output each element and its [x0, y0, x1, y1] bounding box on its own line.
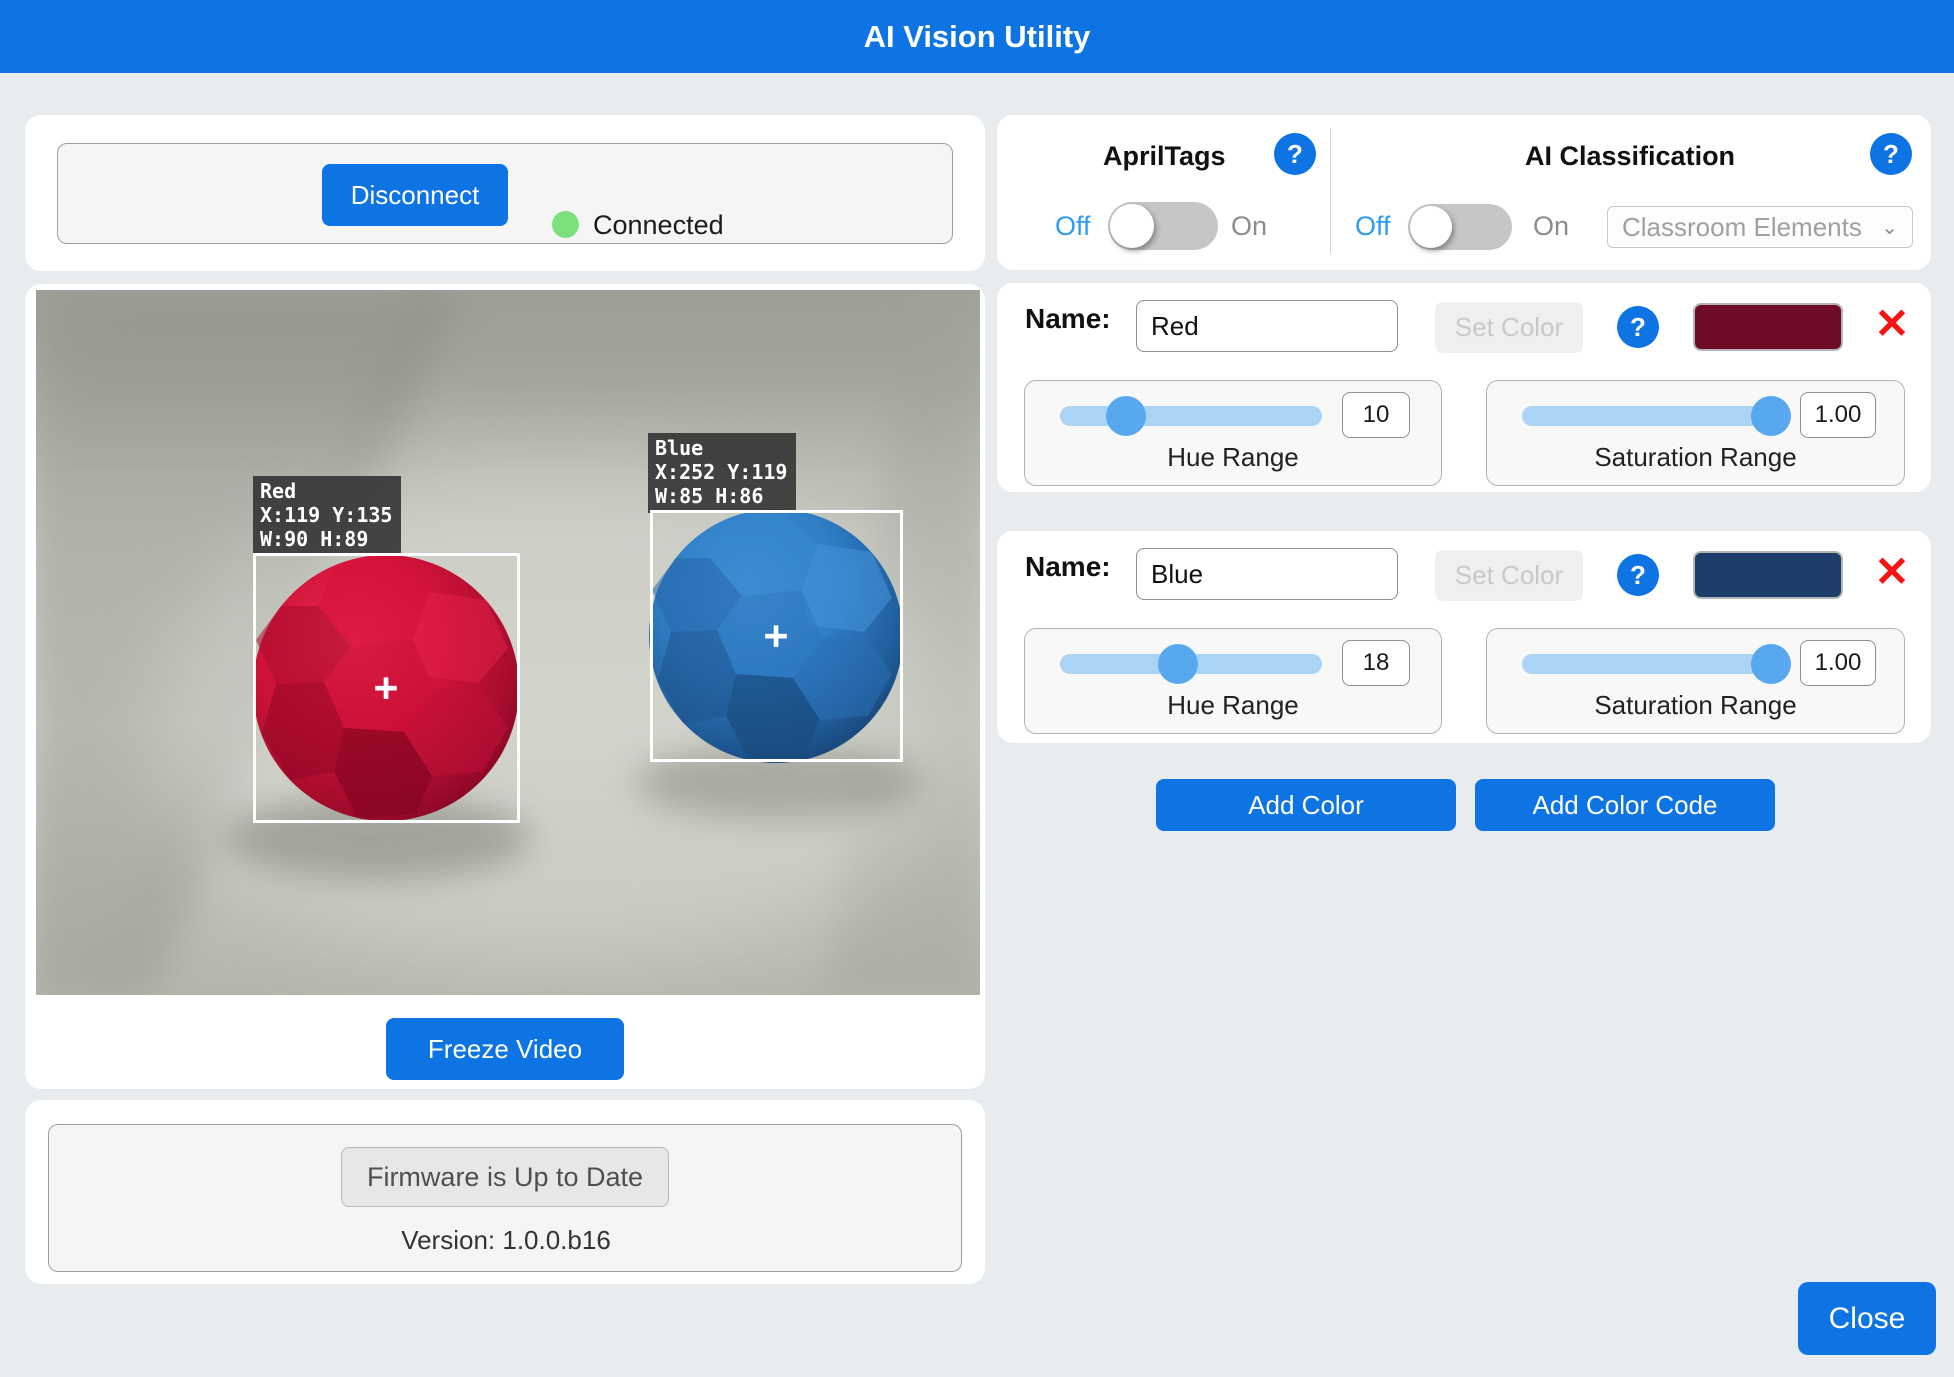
ai-classification-title: AI Classification [1525, 141, 1736, 171]
detection-crosshair-red: + [373, 665, 399, 711]
model-select-value: Classroom Elements [1622, 211, 1862, 242]
ai-classification-toggle[interactable] [1408, 204, 1512, 250]
saturation-range-label: Saturation Range [1594, 690, 1797, 720]
hue-range-label: Hue Range [1167, 690, 1299, 720]
ai-classification-toggle-knob[interactable] [1410, 206, 1452, 248]
detection-blue-position: X:252 Y:119 [655, 460, 788, 484]
model-select-dropdown[interactable]: Classroom Elements ⌄ [1607, 206, 1913, 248]
detection-label-blue: Blue X:252 Y:119 W:85 H:86 [648, 433, 797, 513]
page-title: AI Vision Utility [863, 18, 1091, 54]
saturation-range-value-red[interactable] [1800, 392, 1876, 438]
saturation-range-slider-blue[interactable] [1522, 644, 1791, 684]
apriltags-title: AprilTags [1103, 141, 1226, 171]
saturation-range-group-blue: Saturation Range [1486, 628, 1905, 734]
firmware-card: Firmware is Up to Date Version: 1.0.0.b1… [25, 1100, 985, 1284]
hue-range-slider-blue[interactable] [1060, 644, 1322, 684]
color-swatch-blue [1693, 551, 1843, 599]
saturation-range-slider-red[interactable] [1522, 396, 1791, 436]
color-swatch-red [1693, 303, 1843, 351]
color-signature-card-blue: Name: Set Color ? ✕ Hue Range Saturation… [997, 531, 1931, 743]
camera-video-feed: Red X:119 Y:135 W:90 H:89 + Blue X:252 Y… [36, 290, 980, 995]
hue-range-label: Hue Range [1167, 442, 1299, 472]
close-button[interactable]: Close [1798, 1282, 1936, 1355]
color-help-icon-blue[interactable]: ? [1617, 554, 1659, 596]
hue-range-value-blue[interactable] [1342, 640, 1410, 686]
name-label: Name: [1025, 303, 1111, 334]
saturation-range-slider-knob-blue[interactable] [1750, 644, 1791, 684]
chevron-down-icon: ⌄ [1881, 216, 1898, 239]
ai-classification-off-label: Off [1355, 211, 1391, 241]
title-bar: AI Vision Utility [0, 0, 1954, 73]
saturation-range-value-blue[interactable] [1800, 640, 1876, 686]
hue-range-value-red[interactable] [1342, 392, 1410, 438]
name-label: Name: [1025, 551, 1111, 582]
color-signature-card-red: Name: Set Color ? ✕ Hue Range Saturation… [997, 283, 1931, 492]
firmware-panel: Firmware is Up to Date Version: 1.0.0.b1… [48, 1124, 962, 1272]
disconnect-button[interactable]: Disconnect [322, 164, 508, 226]
connection-card: Disconnect Connected [25, 115, 985, 271]
saturation-range-label: Saturation Range [1594, 442, 1797, 472]
add-color-code-button[interactable]: Add Color Code [1475, 779, 1775, 831]
detection-red-size: W:90 H:89 [260, 527, 369, 551]
apriltags-off-label: Off [1055, 211, 1091, 241]
hue-range-slider-red[interactable] [1060, 396, 1322, 436]
firmware-version-label: Version: 1.0.0.b16 [401, 1225, 611, 1255]
saturation-range-group-red: Saturation Range [1486, 380, 1905, 486]
delete-color-icon-blue[interactable]: ✕ [1869, 547, 1915, 597]
detection-blue-name: Blue [655, 436, 704, 460]
apriltags-toggle[interactable] [1108, 202, 1218, 250]
detection-blue-size: W:85 H:86 [655, 484, 764, 508]
detection-red-position: X:119 Y:135 [260, 503, 393, 527]
hue-range-group-blue: Hue Range [1024, 628, 1442, 734]
apriltags-help-icon[interactable]: ? [1274, 133, 1316, 175]
hue-range-slider-knob-red[interactable] [1105, 396, 1146, 436]
ai-classification-on-label: On [1533, 211, 1570, 241]
freeze-video-button[interactable]: Freeze Video [386, 1018, 624, 1080]
hue-range-slider-knob-blue[interactable] [1157, 644, 1198, 684]
color-name-input-red[interactable] [1136, 300, 1398, 352]
ai-classification-help-icon[interactable]: ? [1870, 133, 1912, 175]
hue-range-group-red: Hue Range [1024, 380, 1442, 486]
set-color-button-red[interactable]: Set Color [1435, 302, 1583, 353]
connection-panel: Disconnect Connected [57, 143, 953, 244]
saturation-range-slider-knob-red[interactable] [1750, 396, 1791, 436]
firmware-status-button: Firmware is Up to Date [341, 1147, 669, 1207]
video-card: Red X:119 Y:135 W:90 H:89 + Blue X:252 Y… [25, 284, 985, 1089]
delete-color-icon-red[interactable]: ✕ [1869, 299, 1915, 349]
set-color-button-blue[interactable]: Set Color [1435, 550, 1583, 601]
connected-status-icon [552, 211, 579, 238]
detection-red-name: Red [260, 479, 297, 503]
color-help-icon-red[interactable]: ? [1617, 306, 1659, 348]
detection-crosshair-blue: + [763, 613, 789, 659]
add-color-button[interactable]: Add Color [1156, 779, 1456, 831]
detection-label-red: Red X:119 Y:135 W:90 H:89 [253, 476, 402, 556]
detection-modes-card: AprilTags ? Off On AI Classification ? O… [997, 115, 1931, 270]
connection-status-label: Connected [593, 210, 724, 240]
color-name-input-blue[interactable] [1136, 548, 1398, 600]
apriltags-on-label: On [1231, 211, 1268, 241]
section-divider [1330, 128, 1331, 253]
apriltags-toggle-knob[interactable] [1110, 204, 1154, 248]
